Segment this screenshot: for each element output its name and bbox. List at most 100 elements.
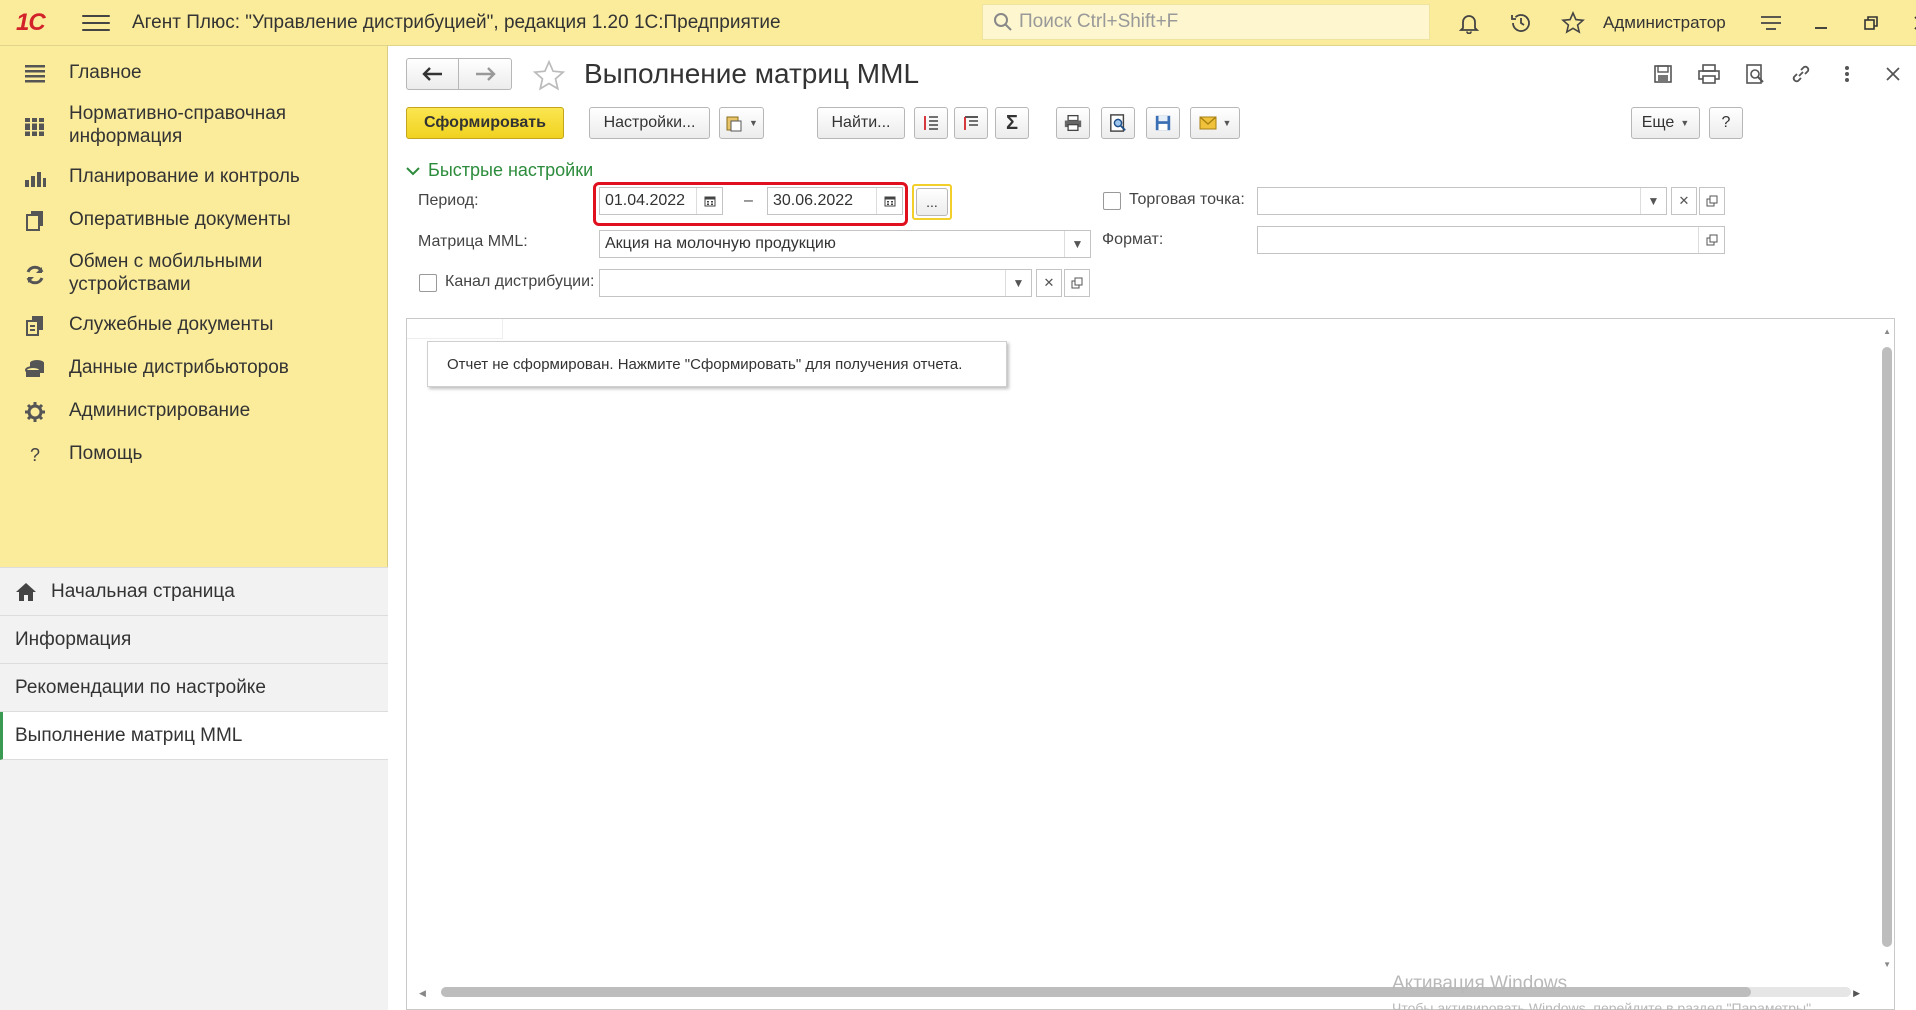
send-email-button[interactable]: ▼	[1190, 107, 1240, 139]
app-title: Агент Плюс: "Управление дистрибуцией", р…	[132, 11, 781, 33]
sidebar-link-label: Рекомендации по настройке	[15, 676, 266, 698]
sidebar-item-label: Администрирование	[69, 400, 251, 421]
book-icon	[22, 114, 48, 140]
scroll-left-icon[interactable]: ◀	[419, 988, 426, 999]
sort-list-icon	[924, 116, 938, 130]
open-icon[interactable]	[1698, 227, 1724, 253]
more-vertical-icon[interactable]	[1824, 58, 1870, 90]
scroll-down-icon[interactable]: ▼	[1883, 960, 1891, 969]
history-icon[interactable]	[1495, 0, 1547, 46]
sidebar-item-service-docs[interactable]: Служебные документы	[0, 311, 388, 341]
format-field[interactable]	[1257, 226, 1725, 254]
favorites-star-icon[interactable]	[1547, 0, 1599, 46]
channel-open-button[interactable]	[1064, 269, 1090, 297]
outlet-open-button[interactable]	[1699, 187, 1725, 215]
dropdown-arrow-icon[interactable]: ▼	[1640, 188, 1666, 214]
search-input[interactable]: Поиск Ctrl+Shift+F	[982, 4, 1430, 40]
outlet-checkbox[interactable]	[1103, 192, 1121, 210]
close-window-icon[interactable]	[1896, 0, 1916, 46]
sidebar-item-reference[interactable]: Нормативно-справочная информация	[0, 102, 388, 152]
printer-icon	[1064, 114, 1082, 132]
sidebar-item-planning[interactable]: Планирование и контроль	[0, 163, 388, 193]
open-icon	[1706, 195, 1718, 207]
sort-list-button[interactable]	[914, 107, 948, 139]
period-from-field[interactable]: 01.04.2022	[599, 187, 723, 215]
sidebar-link-recommendations[interactable]: Рекомендации по настройке	[0, 664, 388, 712]
scroll-up-icon[interactable]: ▲	[1883, 327, 1891, 336]
more-button-label: Еще	[1641, 114, 1675, 131]
find-button[interactable]: Найти...	[817, 107, 905, 139]
period-to-value: 30.06.2022	[773, 192, 854, 209]
preview-icon	[1110, 114, 1126, 132]
preview-icon[interactable]	[1732, 58, 1778, 90]
generate-button[interactable]: Сформировать	[406, 107, 564, 139]
arrow-right-icon	[476, 67, 496, 81]
vertical-scrollbar[interactable]	[1882, 347, 1892, 947]
sidebar-item-main[interactable]: Главное	[0, 58, 388, 88]
matrix-select[interactable]: Акция на молочную продукцию ▼	[599, 230, 1091, 258]
menu-icon[interactable]	[82, 13, 110, 33]
dropdown-arrow-icon[interactable]: ▼	[1064, 231, 1090, 257]
sidebar-link-home[interactable]: Начальная страница	[0, 568, 388, 616]
sum-button[interactable]: Σ	[995, 107, 1029, 139]
close-form-icon[interactable]	[1870, 58, 1916, 90]
sidebar-item-help[interactable]: ? Помощь	[0, 440, 388, 470]
matrix-label: Матрица MML:	[418, 233, 528, 250]
settings-lines-icon[interactable]	[1746, 0, 1796, 46]
calendar-icon[interactable]	[876, 188, 902, 214]
sidebar-link-info[interactable]: Информация	[0, 616, 388, 664]
outlet-select[interactable]: ▼	[1257, 187, 1667, 215]
sidebar-item-distributor-data[interactable]: Данные дистрибьюторов	[0, 354, 388, 384]
help-button[interactable]: ?	[1709, 107, 1743, 139]
forward-button[interactable]	[459, 58, 512, 90]
period-select-button[interactable]: ...	[916, 188, 948, 216]
windows-activation-text: Чтобы активировать Windows, перейдите в …	[1392, 1000, 1815, 1010]
period-separator: –	[744, 192, 753, 209]
sidebar-link-label: Информация	[15, 628, 132, 650]
documents-icon	[22, 208, 48, 234]
search-placeholder: Поиск Ctrl+Shift+F	[1019, 11, 1179, 32]
save-icon[interactable]	[1640, 58, 1686, 90]
dropdown-arrow-icon[interactable]: ▼	[1005, 270, 1031, 296]
database-icon	[22, 356, 48, 382]
group-button[interactable]	[954, 107, 988, 139]
bell-icon[interactable]	[1443, 0, 1495, 46]
sidebar-item-operational[interactable]: Оперативные документы	[0, 206, 388, 236]
report-area[interactable]: Отчет не сформирован. Нажмите "Сформиров…	[406, 318, 1895, 1010]
preview-button[interactable]	[1101, 107, 1135, 139]
sidebar: Главное Нормативно-справочная информация…	[0, 46, 388, 1010]
quick-settings-toggle[interactable]: Быстрые настройки	[406, 160, 593, 181]
outlet-clear-button[interactable]: ✕	[1671, 187, 1697, 215]
period-to-field[interactable]: 30.06.2022	[767, 187, 903, 215]
gear-icon	[22, 399, 48, 425]
favorite-star-icon[interactable]	[531, 59, 567, 96]
more-button[interactable]: Еще ▼	[1631, 107, 1700, 139]
sidebar-item-mobile-exchange[interactable]: Обмен с мобильными устройствами	[0, 250, 388, 300]
chevron-down-icon: ▼	[1680, 118, 1690, 128]
channel-select[interactable]: ▼	[599, 269, 1032, 297]
channel-clear-button[interactable]: ✕	[1036, 269, 1062, 297]
user-name[interactable]: Администратор	[1603, 13, 1726, 33]
app-logo: 1С	[16, 8, 46, 36]
print-button[interactable]	[1056, 107, 1090, 139]
outlet-label: Торговая точка:	[1129, 191, 1245, 208]
print-icon[interactable]	[1686, 58, 1732, 90]
search-icon	[994, 13, 1012, 31]
sidebar-item-administration[interactable]: Администрирование	[0, 397, 388, 427]
sidebar-link-mml-report[interactable]: Выполнение матриц MML	[0, 712, 388, 760]
clear-icon: ✕	[1043, 275, 1055, 290]
link-icon[interactable]	[1778, 58, 1824, 90]
channel-checkbox[interactable]	[419, 274, 437, 292]
scroll-right-icon[interactable]: ▶	[1853, 988, 1860, 999]
save-file-button[interactable]	[1146, 107, 1180, 139]
variants-dropdown-button[interactable]: ▼	[719, 107, 764, 139]
sidebar-open-windows: Начальная страница Информация Рекомендац…	[0, 567, 388, 1010]
minimize-icon[interactable]	[1796, 0, 1846, 46]
restore-icon[interactable]	[1846, 0, 1896, 46]
group-icon	[964, 116, 978, 130]
sidebar-item-label: Помощь	[69, 443, 143, 464]
back-button[interactable]	[406, 58, 459, 90]
settings-button[interactable]: Настройки...	[589, 107, 710, 139]
calendar-icon[interactable]	[696, 188, 722, 214]
sidebar-item-label: Нормативно-справочная информация	[69, 103, 287, 147]
